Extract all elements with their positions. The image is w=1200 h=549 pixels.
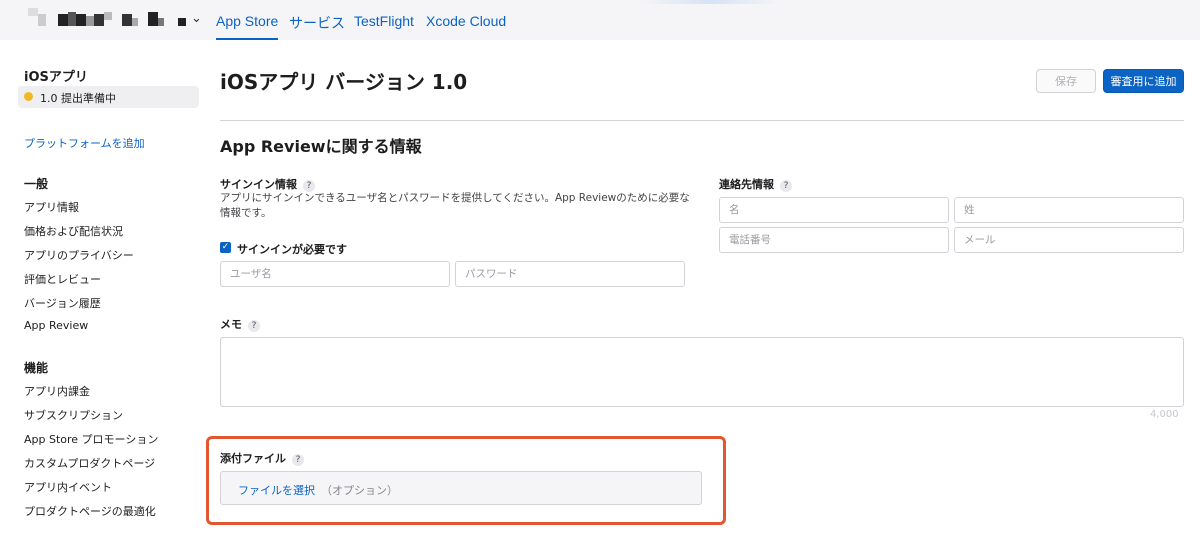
add-for-review-button[interactable]: 審査用に追加 (1103, 69, 1184, 93)
sidebar-heading-features: 機能 (24, 361, 49, 375)
signin-label-row: サインイン情報? (220, 176, 315, 192)
add-platform-link[interactable]: プラットフォームを追加 (24, 135, 145, 151)
password-input[interactable] (455, 261, 685, 287)
obscured-account-name[interactable] (28, 8, 190, 32)
decorative-glow (640, 0, 780, 4)
chevron-down-icon[interactable]: ⌄ (191, 11, 202, 26)
save-button[interactable]: 保存 (1036, 69, 1096, 93)
sidebar-item-in-app-events[interactable]: アプリ内イベント (24, 479, 112, 495)
attachment-label: 添付ファイル (220, 452, 286, 465)
sidebar-item-app-review[interactable]: App Review (24, 319, 88, 332)
tab-app-store[interactable]: App Store (216, 13, 279, 40)
sidebar-item-version-history[interactable]: バージョン履歴 (24, 295, 101, 311)
contact-label-row: 連絡先情報? (719, 176, 792, 192)
memo-character-counter: 4,000 (1150, 409, 1179, 420)
top-navigation-bar: ⌄ App Store サービス TestFlight Xcode Cloud (0, 0, 1200, 40)
sidebar-item-privacy[interactable]: アプリのプライバシー (24, 247, 134, 263)
tab-testflight[interactable]: TestFlight (354, 13, 414, 29)
divider (220, 120, 1184, 121)
sidebar-item-page-optimization[interactable]: プロダクトページの最適化 (24, 503, 156, 519)
memo-textarea[interactable] (220, 337, 1184, 407)
memo-label: メモ (220, 318, 242, 331)
username-input[interactable] (220, 261, 450, 287)
signin-label: サインイン情報 (220, 178, 297, 191)
signin-required-label: サインインが必要です (237, 243, 347, 256)
contact-label: 連絡先情報 (719, 178, 774, 191)
sidebar-item-app-info[interactable]: アプリ情報 (24, 199, 79, 215)
section-title: App Reviewに関する情報 (220, 137, 422, 156)
email-input[interactable] (954, 227, 1184, 253)
page-title: iOSアプリ バージョン 1.0 (220, 70, 468, 94)
help-icon[interactable]: ? (780, 180, 792, 192)
file-upload-area[interactable]: ファイルを選択 （オプション） (220, 471, 702, 505)
sidebar-app-title: iOSアプリ (24, 70, 88, 85)
choose-file-link[interactable]: ファイルを選択 (238, 484, 315, 497)
sidebar-item-ratings[interactable]: 評価とレビュー (24, 271, 101, 287)
status-dot-icon (24, 92, 33, 101)
attachment-label-row: 添付ファイル? (220, 450, 304, 466)
sidebar-heading-general: 一般 (24, 177, 49, 191)
version-label: 1.0 提出準備中 (40, 92, 116, 105)
tab-xcode-cloud[interactable]: Xcode Cloud (426, 13, 506, 29)
sidebar-item-pricing[interactable]: 価格および配信状況 (24, 223, 123, 239)
first-name-input[interactable] (719, 197, 949, 223)
optional-note: （オプション） (321, 484, 398, 497)
signin-required-checkbox[interactable]: ✓ (220, 242, 231, 253)
help-icon[interactable]: ? (292, 454, 304, 466)
phone-input[interactable] (719, 227, 949, 253)
sidebar-item-in-app-purchases[interactable]: アプリ内課金 (24, 383, 90, 399)
memo-label-row: メモ? (220, 316, 260, 332)
last-name-input[interactable] (954, 197, 1184, 223)
sidebar-item-custom-pages[interactable]: カスタムプロダクトページ (24, 455, 155, 471)
sidebar-item-promotions[interactable]: App Store プロモーション (24, 431, 158, 447)
sidebar-item-version[interactable]: 1.0 提出準備中 (18, 86, 199, 108)
sidebar-item-subscriptions[interactable]: サブスクリプション (24, 407, 123, 423)
tab-services[interactable]: サービス (289, 13, 345, 33)
help-icon[interactable]: ? (248, 320, 260, 332)
signin-description: アプリにサインインできるユーザ名とパスワードを提供してください。App Revi… (220, 192, 690, 219)
sidebar: iOSアプリ 1.0 提出準備中 プラットフォームを追加 一般 アプリ情報 価格… (0, 40, 210, 549)
